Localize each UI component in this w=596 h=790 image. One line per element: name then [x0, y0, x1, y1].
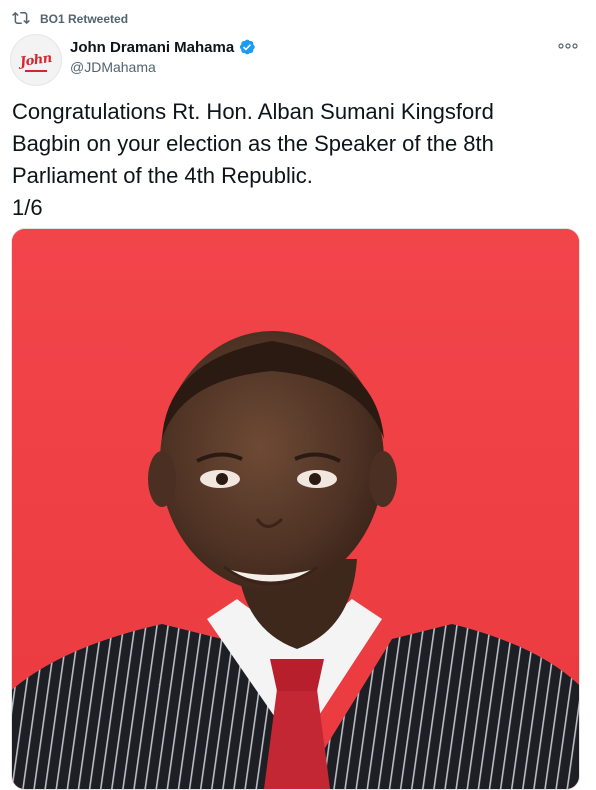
tweet-text: Congratulations Rt. Hon. Alban Sumani Ki…	[12, 96, 572, 224]
author-block: John Dramani Mahama @JDMahama	[70, 38, 256, 75]
avatar-logo-text: John	[19, 50, 53, 70]
retweet-icon	[12, 9, 30, 30]
verified-badge-icon	[238, 38, 256, 56]
tweet-photo[interactable]	[11, 228, 580, 790]
retweet-label: BO1 Retweeted	[40, 12, 129, 26]
thread-counter: 1/6	[12, 195, 43, 220]
tweet-text-line: Parliament of the 4th Republic.	[12, 163, 313, 188]
author-name-row: John Dramani Mahama	[70, 38, 256, 56]
author-handle[interactable]: @JDMahama	[70, 59, 256, 75]
more-options-button[interactable]	[556, 36, 580, 54]
tweet-text-line: Bagbin on your election as the Speaker o…	[12, 131, 494, 156]
avatar[interactable]: John	[10, 34, 62, 86]
retweet-indicator[interactable]: BO1 Retweeted	[12, 9, 128, 29]
portrait-photo	[12, 229, 579, 789]
display-name[interactable]: John Dramani Mahama	[70, 39, 234, 56]
more-dots-icon	[558, 36, 578, 54]
avatar-logo-underline	[25, 70, 47, 72]
tweet-text-line: Congratulations Rt. Hon. Alban Sumani Ki…	[12, 99, 494, 124]
